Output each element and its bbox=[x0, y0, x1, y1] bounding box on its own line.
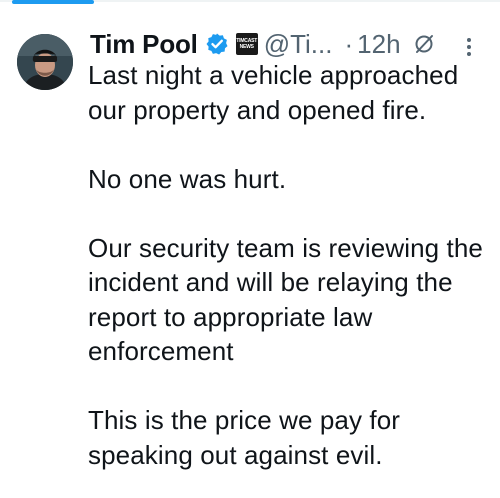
affiliate-badge-icon[interactable]: TIMCAST NEWS bbox=[235, 33, 258, 55]
separator-dot: · bbox=[344, 28, 354, 59]
tweet-timestamp[interactable]: 12h bbox=[357, 29, 400, 60]
author-handle[interactable]: @Ti... bbox=[264, 29, 333, 60]
tweet-paragraph: Our security team is reviewing the incid… bbox=[88, 232, 483, 367]
tab-indicator bbox=[12, 0, 94, 4]
tweet-body: Last night a vehicle approached our prop… bbox=[88, 58, 493, 472]
tweet-paragraph: No one was hurt. bbox=[88, 163, 287, 194]
tweet-header: Tim Pool TIMCAST NEWS @Ti... · 12h bbox=[90, 27, 435, 61]
more-options-icon[interactable] bbox=[466, 36, 472, 58]
verified-badge-icon bbox=[205, 32, 229, 56]
tweet-paragraph: This is the price we pay for speaking ou… bbox=[88, 405, 401, 470]
tweet-screenshot: Tim Pool TIMCAST NEWS @Ti... · 12h Last … bbox=[0, 0, 500, 498]
avatar[interactable] bbox=[17, 34, 73, 90]
muted-icon bbox=[413, 33, 435, 55]
tweet-paragraph: Last night a vehicle approached our prop… bbox=[88, 60, 459, 125]
author-name[interactable]: Tim Pool bbox=[90, 29, 198, 60]
